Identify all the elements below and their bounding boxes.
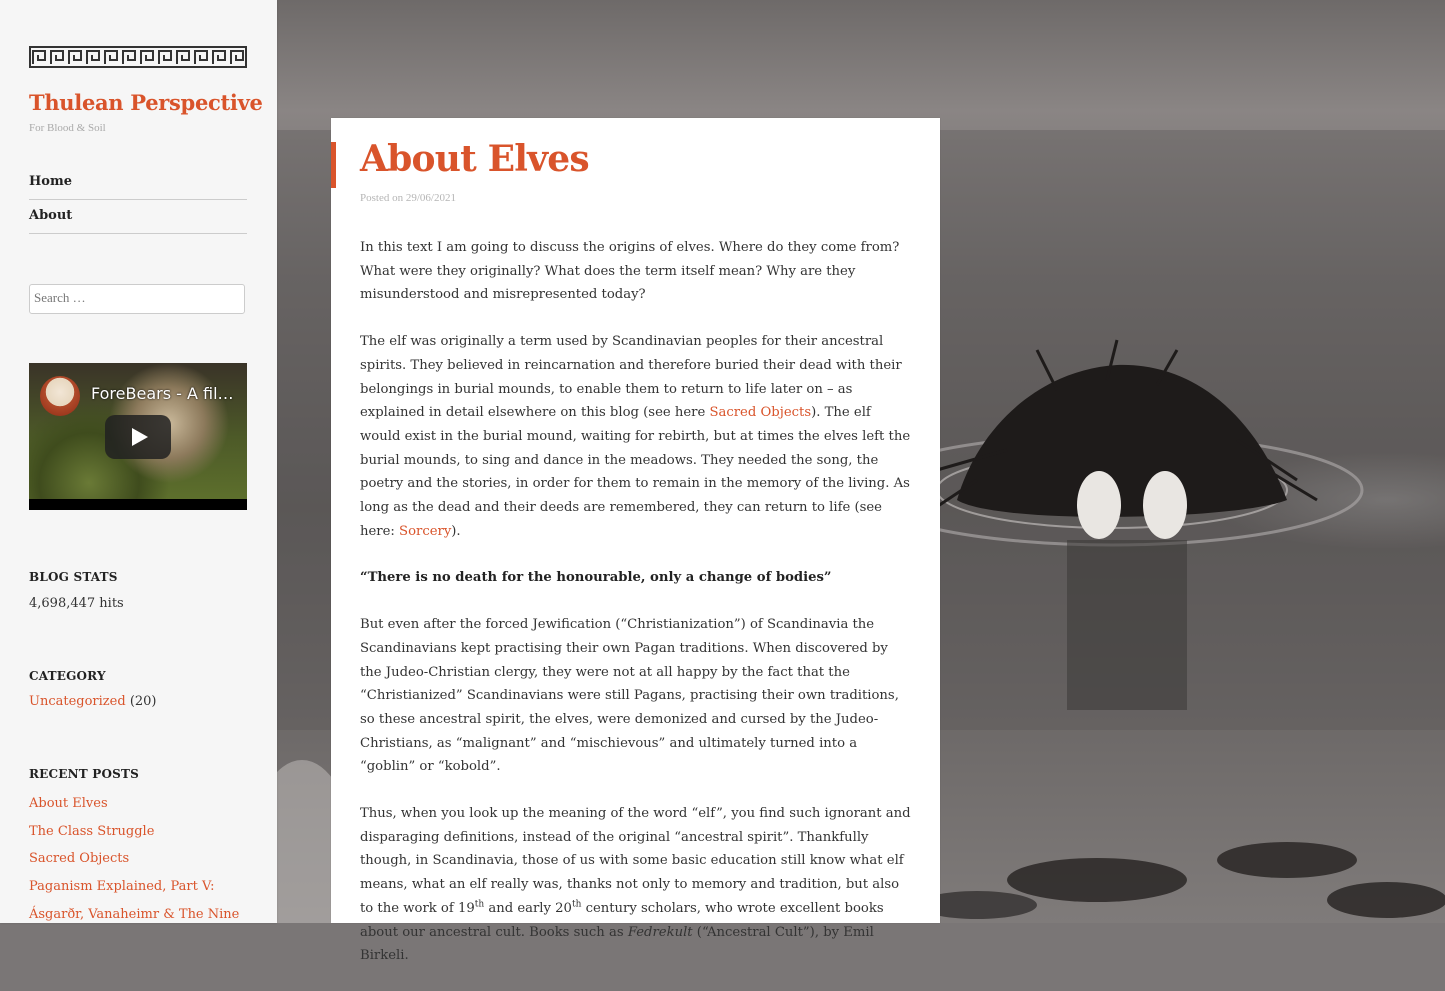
recent-posts-heading: RECENT POSTS: [29, 767, 140, 781]
sacred-objects-link[interactable]: Sacred Objects: [709, 405, 811, 420]
category-item: Uncategorized (20): [29, 694, 157, 709]
sorcery-link[interactable]: Sorcery: [399, 524, 451, 539]
pull-quote: “There is no death for the honourable, o…: [360, 570, 832, 586]
article: About Elves Posted on 29/06/2021 In this…: [331, 118, 940, 963]
channel-avatar[interactable]: [40, 376, 80, 416]
paragraph: In this text I am going to discuss the o…: [360, 240, 900, 303]
category-count: (20): [129, 694, 157, 709]
blog-stats-heading: BLOG STATS: [29, 570, 118, 584]
paragraph-text: Thus, when you look up the meaning of th…: [360, 806, 911, 916]
paragraph-text: ). The elf would exist in the burial mou…: [360, 405, 911, 539]
nav-item-about[interactable]: About: [29, 200, 247, 234]
paragraph: Thus, when you look up the meaning of th…: [360, 802, 912, 968]
main-navigation: Home About: [29, 166, 247, 234]
post-date[interactable]: Posted on 29/06/2021: [360, 192, 456, 204]
video-embed[interactable]: ForeBears - A fil…: [29, 363, 247, 510]
blog-stats-hits: 4,698,447 hits: [29, 596, 124, 611]
search-input[interactable]: Search …: [29, 284, 245, 314]
paragraph: But even after the forced Jewification (…: [360, 617, 899, 775]
recent-post-link[interactable]: Sacred Objects: [29, 845, 259, 873]
paragraph-text: ).: [451, 523, 461, 539]
superscript: th: [571, 899, 582, 910]
play-icon[interactable]: [105, 415, 171, 459]
greek-key-logo-icon: [29, 46, 247, 68]
recent-post-link[interactable]: The Class Struggle: [29, 818, 259, 846]
category-link-uncategorized[interactable]: Uncategorized: [29, 694, 126, 709]
paragraph-text: and early 20: [484, 900, 572, 916]
article-body: In this text I am going to discuss the o…: [360, 236, 912, 991]
site-title[interactable]: Thulean Perspective: [29, 90, 263, 115]
nav-item-home[interactable]: Home: [29, 166, 247, 200]
category-heading: CATEGORY: [29, 669, 106, 683]
sidebar: Thulean Perspective For Blood & Soil Hom…: [0, 0, 277, 923]
recent-post-link[interactable]: Paganism Explained, Part V:: [29, 873, 259, 901]
recent-posts-list: About Elves The Class Struggle Sacred Ob…: [29, 790, 259, 929]
book-title: Fedrekult: [627, 924, 693, 940]
title-accent-bar: [331, 142, 336, 188]
recent-post-link[interactable]: Ásgarðr, Vanaheimr & The Nine: [29, 901, 259, 929]
recent-post-link[interactable]: About Elves: [29, 790, 259, 818]
paragraph: The elf was originally a term used by Sc…: [360, 330, 912, 543]
site-tagline: For Blood & Soil: [29, 122, 106, 134]
superscript: th: [474, 899, 485, 910]
post-title[interactable]: About Elves: [360, 138, 590, 180]
video-title[interactable]: ForeBears - A fil…: [91, 384, 234, 403]
